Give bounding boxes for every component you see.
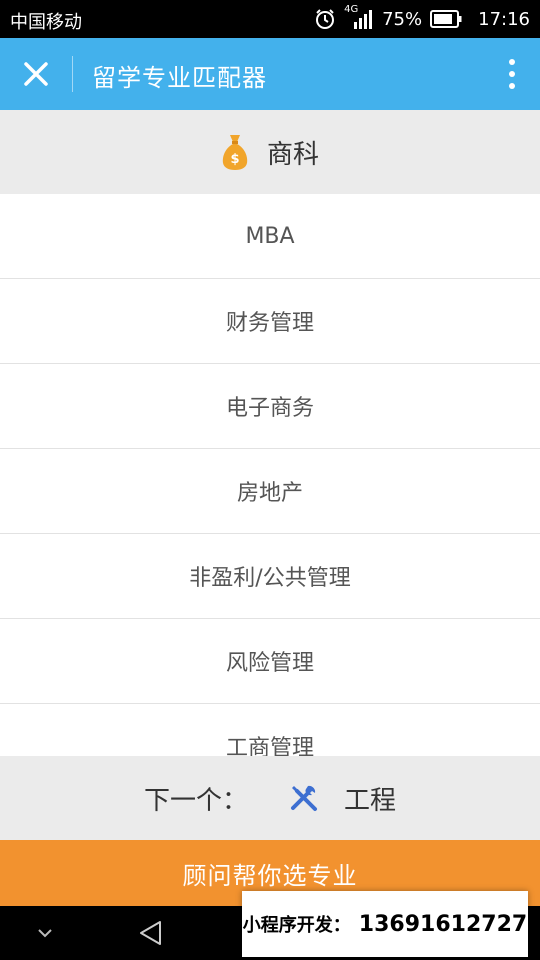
list-item[interactable]: 电子商务	[0, 364, 540, 449]
contact-overlay: 小程序开发： 13691612727	[242, 891, 528, 957]
clock-time: 17:16	[478, 8, 530, 30]
money-bag-icon: $	[222, 135, 248, 170]
more-button[interactable]	[502, 56, 522, 92]
chevron-down-icon[interactable]	[34, 924, 56, 942]
carrier-name: 中国移动	[10, 12, 82, 33]
tools-icon	[291, 785, 317, 811]
title-divider	[72, 56, 73, 92]
status-bar: 中国移动 4G 75% 17:16	[0, 0, 540, 38]
category-header: $ 商科	[0, 110, 540, 194]
svg-text:$: $	[230, 152, 239, 167]
list-item[interactable]: 工商管理	[0, 704, 540, 756]
next-category: 工程	[344, 785, 397, 816]
list-item[interactable]: 房地产	[0, 449, 540, 534]
more-vertical-icon	[509, 59, 515, 89]
battery-icon	[430, 10, 462, 28]
next-category-bar[interactable]: 下一个： 工程	[0, 756, 540, 840]
overlay-phone: 13691612727	[358, 911, 528, 937]
battery-percent: 75%	[382, 8, 423, 30]
category-label: 商科	[266, 139, 319, 170]
alarm-icon	[314, 8, 336, 30]
page-title: 留学专业匹配器	[92, 64, 267, 92]
signal-icon: 4G	[344, 4, 374, 30]
next-label: 下一个：	[143, 785, 248, 816]
list-item[interactable]: 风险管理	[0, 619, 540, 704]
list-item[interactable]: 非盈利/公共管理	[0, 534, 540, 619]
status-right: 4G 75% 17:16	[314, 4, 530, 30]
title-bar: 留学专业匹配器	[0, 38, 540, 110]
list-item[interactable]: MBA	[0, 194, 540, 279]
close-button[interactable]	[16, 54, 56, 94]
close-icon	[24, 62, 48, 86]
back-icon[interactable]	[136, 918, 166, 948]
list-item[interactable]: 财务管理	[0, 279, 540, 364]
overlay-label: 小程序开发：	[242, 915, 351, 936]
major-list[interactable]: MBA 财务管理 电子商务 房地产 非盈利/公共管理 风险管理 工商管理	[0, 194, 540, 756]
